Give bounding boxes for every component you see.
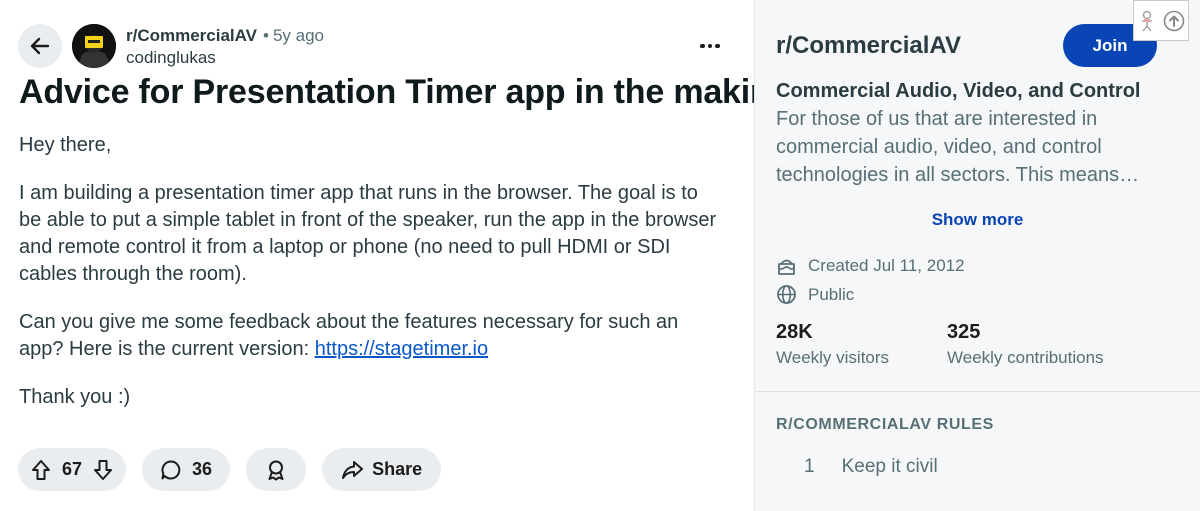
more-options-button[interactable]	[692, 32, 728, 60]
post-main: r/CommercialAV • 5y ago codinglukas Advice…	[0, 0, 791, 511]
post-age: 5y ago	[272, 26, 325, 45]
external-link[interactable]: https://stagetimer.io	[315, 338, 488, 360]
share-label: Share	[372, 459, 423, 479]
award-button[interactable]	[246, 448, 307, 491]
ellipsis-icon	[700, 43, 705, 49]
comment-bubble-icon	[161, 460, 181, 479]
rules-heading: R/COMMERCIALAV RULES	[776, 416, 994, 433]
rule-number: 1	[804, 456, 815, 477]
visibility-row: Public	[776, 284, 854, 305]
post-meta: r/CommercialAV • 5y ago codinglukas	[126, 26, 324, 68]
vote-control: 67	[18, 448, 127, 491]
post-paragraph: I am building a presentation timer app t…	[19, 182, 717, 285]
back-button[interactable]	[18, 24, 62, 68]
post-paragraph: Hey there,	[19, 134, 112, 156]
comments-button[interactable]: 36	[142, 448, 231, 491]
post-paragraph: Can you give me some feedback about the …	[19, 311, 679, 360]
share-arrow-icon	[342, 460, 364, 479]
stat-value: 325	[947, 321, 981, 343]
stat-label: Weekly contributions	[947, 348, 1104, 367]
extension-figure-icon[interactable]	[1138, 10, 1156, 32]
post-title: Advice for Presentation Timer app in the…	[19, 73, 792, 111]
globe-icon	[777, 285, 796, 304]
stat-label: Weekly visitors	[776, 348, 890, 367]
show-more-button[interactable]: Show more	[755, 210, 1200, 230]
stat-weekly-contributions: 325 Weekly contributions	[947, 320, 1104, 370]
community-description: For those of us that are interested in c…	[776, 108, 1140, 186]
stat-weekly-visitors: 28K Weekly visitors	[776, 320, 889, 370]
rule-text: Keep it civil	[841, 456, 938, 477]
community-name[interactable]: r/CommercialAV	[776, 31, 961, 61]
subreddit-link[interactable]: r/CommercialAV	[126, 26, 257, 45]
award-icon	[268, 460, 284, 480]
stat-value: 28K	[776, 321, 813, 343]
subreddit-avatar[interactable]	[72, 24, 116, 68]
meta-separator: •	[263, 26, 269, 45]
arrow-left-icon	[30, 37, 50, 55]
post-body: Hey there, I am building a presentation …	[19, 132, 724, 432]
share-button[interactable]: Share	[322, 448, 442, 491]
cake-icon	[778, 259, 795, 275]
post-actions: 67 36 Share	[18, 448, 442, 491]
created-date-row: Created Jul 11, 2012	[776, 255, 965, 276]
author-link[interactable]: codinglukas	[126, 48, 324, 68]
downvote-icon[interactable]	[92, 459, 114, 481]
community-tagline: Commercial Audio, Video, and Control	[776, 80, 1141, 102]
rule-item[interactable]: 1 Keep it civil	[804, 456, 938, 478]
upvote-count: 67	[62, 459, 83, 479]
comment-count: 36	[192, 459, 213, 479]
browser-extension-icons[interactable]	[1133, 0, 1189, 41]
upload-circle-icon[interactable]	[1163, 10, 1185, 32]
post-paragraph: Thank you :)	[19, 386, 131, 408]
upvote-icon[interactable]	[30, 459, 52, 481]
sidebar-divider	[755, 391, 1200, 392]
community-sidebar: r/CommercialAV Join Commercial Audio, Vi…	[755, 0, 1200, 511]
created-date: Created Jul 11, 2012	[808, 255, 965, 275]
visibility-label: Public	[808, 284, 855, 304]
